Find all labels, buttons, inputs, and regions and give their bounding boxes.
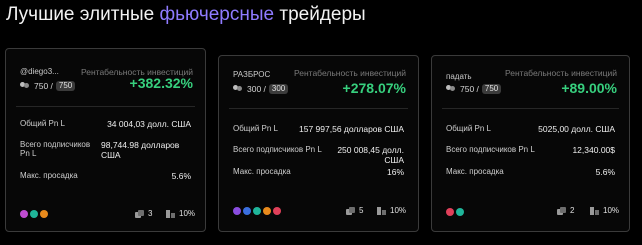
trader-card-3[interactable]: падать Рентабельность инвестиций 750 / 7…: [431, 55, 630, 232]
roi-label: Рентабельность инвестиций: [504, 68, 617, 78]
max-drawdown-value: 5.6%: [595, 167, 615, 177]
subscribers-count: 750 / 750: [20, 81, 76, 91]
max-drawdown-label: Макс. просадка: [446, 167, 504, 176]
title-accent: фьючерсные: [159, 4, 275, 25]
coin-icons: [446, 208, 464, 216]
coin-icon: [273, 207, 281, 215]
max-drawdown-value: 5.6%: [171, 171, 191, 181]
profit-share: 10%: [377, 206, 406, 215]
followers-pnl-label: Всего подписчиков Pn L: [233, 145, 322, 154]
copiers-icon: [346, 206, 355, 215]
trader-name[interactable]: РАЗБРОС: [233, 70, 270, 79]
coin-icon: [20, 210, 28, 218]
users-icon: [233, 85, 243, 93]
profit-share-value: 10%: [603, 206, 620, 215]
followers-pnl-value: 250 008,45 долл. США: [337, 145, 404, 165]
max-drawdown-label: Макс. просадка: [20, 171, 78, 180]
trader-name[interactable]: @diego3...: [20, 67, 59, 76]
coin-icon: [40, 210, 48, 218]
divider: [16, 106, 195, 107]
users-icon: [446, 85, 456, 93]
coin-icon: [446, 208, 454, 216]
coin-icon: [263, 207, 271, 215]
followers-pnl-label: Всего подписчиков Pn L: [446, 145, 535, 154]
copiers-count: 5: [346, 206, 363, 215]
coin-icons: [233, 207, 281, 215]
copiers-icon: [557, 206, 566, 215]
followers-pnl-value: 98,744.98 долларов США: [101, 140, 180, 160]
page-title: Лучшие элитные фьючерсные трейдеры: [6, 3, 366, 27]
total-pnl-value: 34 004,03 долл. США: [107, 119, 191, 129]
trader-card-2[interactable]: РАЗБРОС Рентабельность инвестиций 300 / …: [218, 55, 419, 232]
coin-icon: [456, 208, 464, 216]
profit-share: 10%: [590, 206, 619, 215]
profit-share-icon: [590, 206, 599, 215]
subscribers-current: 750 /: [460, 84, 479, 94]
coin-icon: [30, 210, 38, 218]
copiers-value: 3: [148, 209, 153, 218]
subscribers-count: 750 / 750: [446, 84, 502, 94]
subscribers-count: 300 / 300: [233, 84, 289, 94]
copiers-count: 2: [557, 206, 574, 215]
total-pnl-label: Общий Pn L: [20, 119, 66, 128]
title-prefix: Лучшие элитные: [6, 4, 160, 25]
profit-share-icon: [166, 209, 175, 218]
total-pnl-value: 5025,00 долл. США: [538, 124, 615, 134]
max-drawdown-label: Макс. просадка: [233, 167, 291, 176]
total-pnl-label: Общий Pn L: [446, 124, 492, 133]
copiers-count: 3: [135, 209, 152, 218]
roi-label: Рентабельность инвестиций: [293, 68, 406, 78]
coin-icons: [20, 210, 48, 218]
total-pnl-value: 157 997,56 долларов США: [299, 124, 404, 134]
profit-share-value: 10%: [179, 209, 196, 218]
roi-value: +89.00%: [561, 80, 617, 96]
subscribers-max-badge: 750: [481, 84, 502, 94]
divider: [442, 108, 619, 109]
title-suffix: трейдеры: [274, 4, 366, 25]
subscribers-current: 750 /: [34, 81, 53, 91]
max-drawdown-value: 16%: [386, 167, 404, 177]
followers-pnl-label: Всего подписчиков Pn L: [20, 140, 91, 158]
roi-value: +382.32%: [129, 75, 193, 91]
followers-pnl-value: 12,340.00$: [572, 145, 615, 155]
profit-share: 10%: [166, 209, 195, 218]
coin-icon: [233, 207, 241, 215]
divider: [229, 108, 408, 109]
subscribers-current: 300 /: [247, 84, 266, 94]
roi-value: +278.07%: [342, 80, 406, 96]
users-icon: [20, 82, 30, 90]
copiers-value: 2: [570, 206, 575, 215]
coin-icon: [243, 207, 251, 215]
profit-share-value: 10%: [390, 206, 407, 215]
profit-share-icon: [377, 206, 386, 215]
copiers-icon: [135, 209, 144, 218]
trader-card-1[interactable]: @diego3... Рентабельность инвестиций 750…: [5, 48, 206, 232]
coin-icon: [253, 207, 261, 215]
subscribers-max-badge: 750: [55, 81, 76, 91]
trader-name[interactable]: падать: [446, 72, 472, 81]
subscribers-max-badge: 300: [268, 84, 289, 94]
copiers-value: 5: [359, 206, 364, 215]
